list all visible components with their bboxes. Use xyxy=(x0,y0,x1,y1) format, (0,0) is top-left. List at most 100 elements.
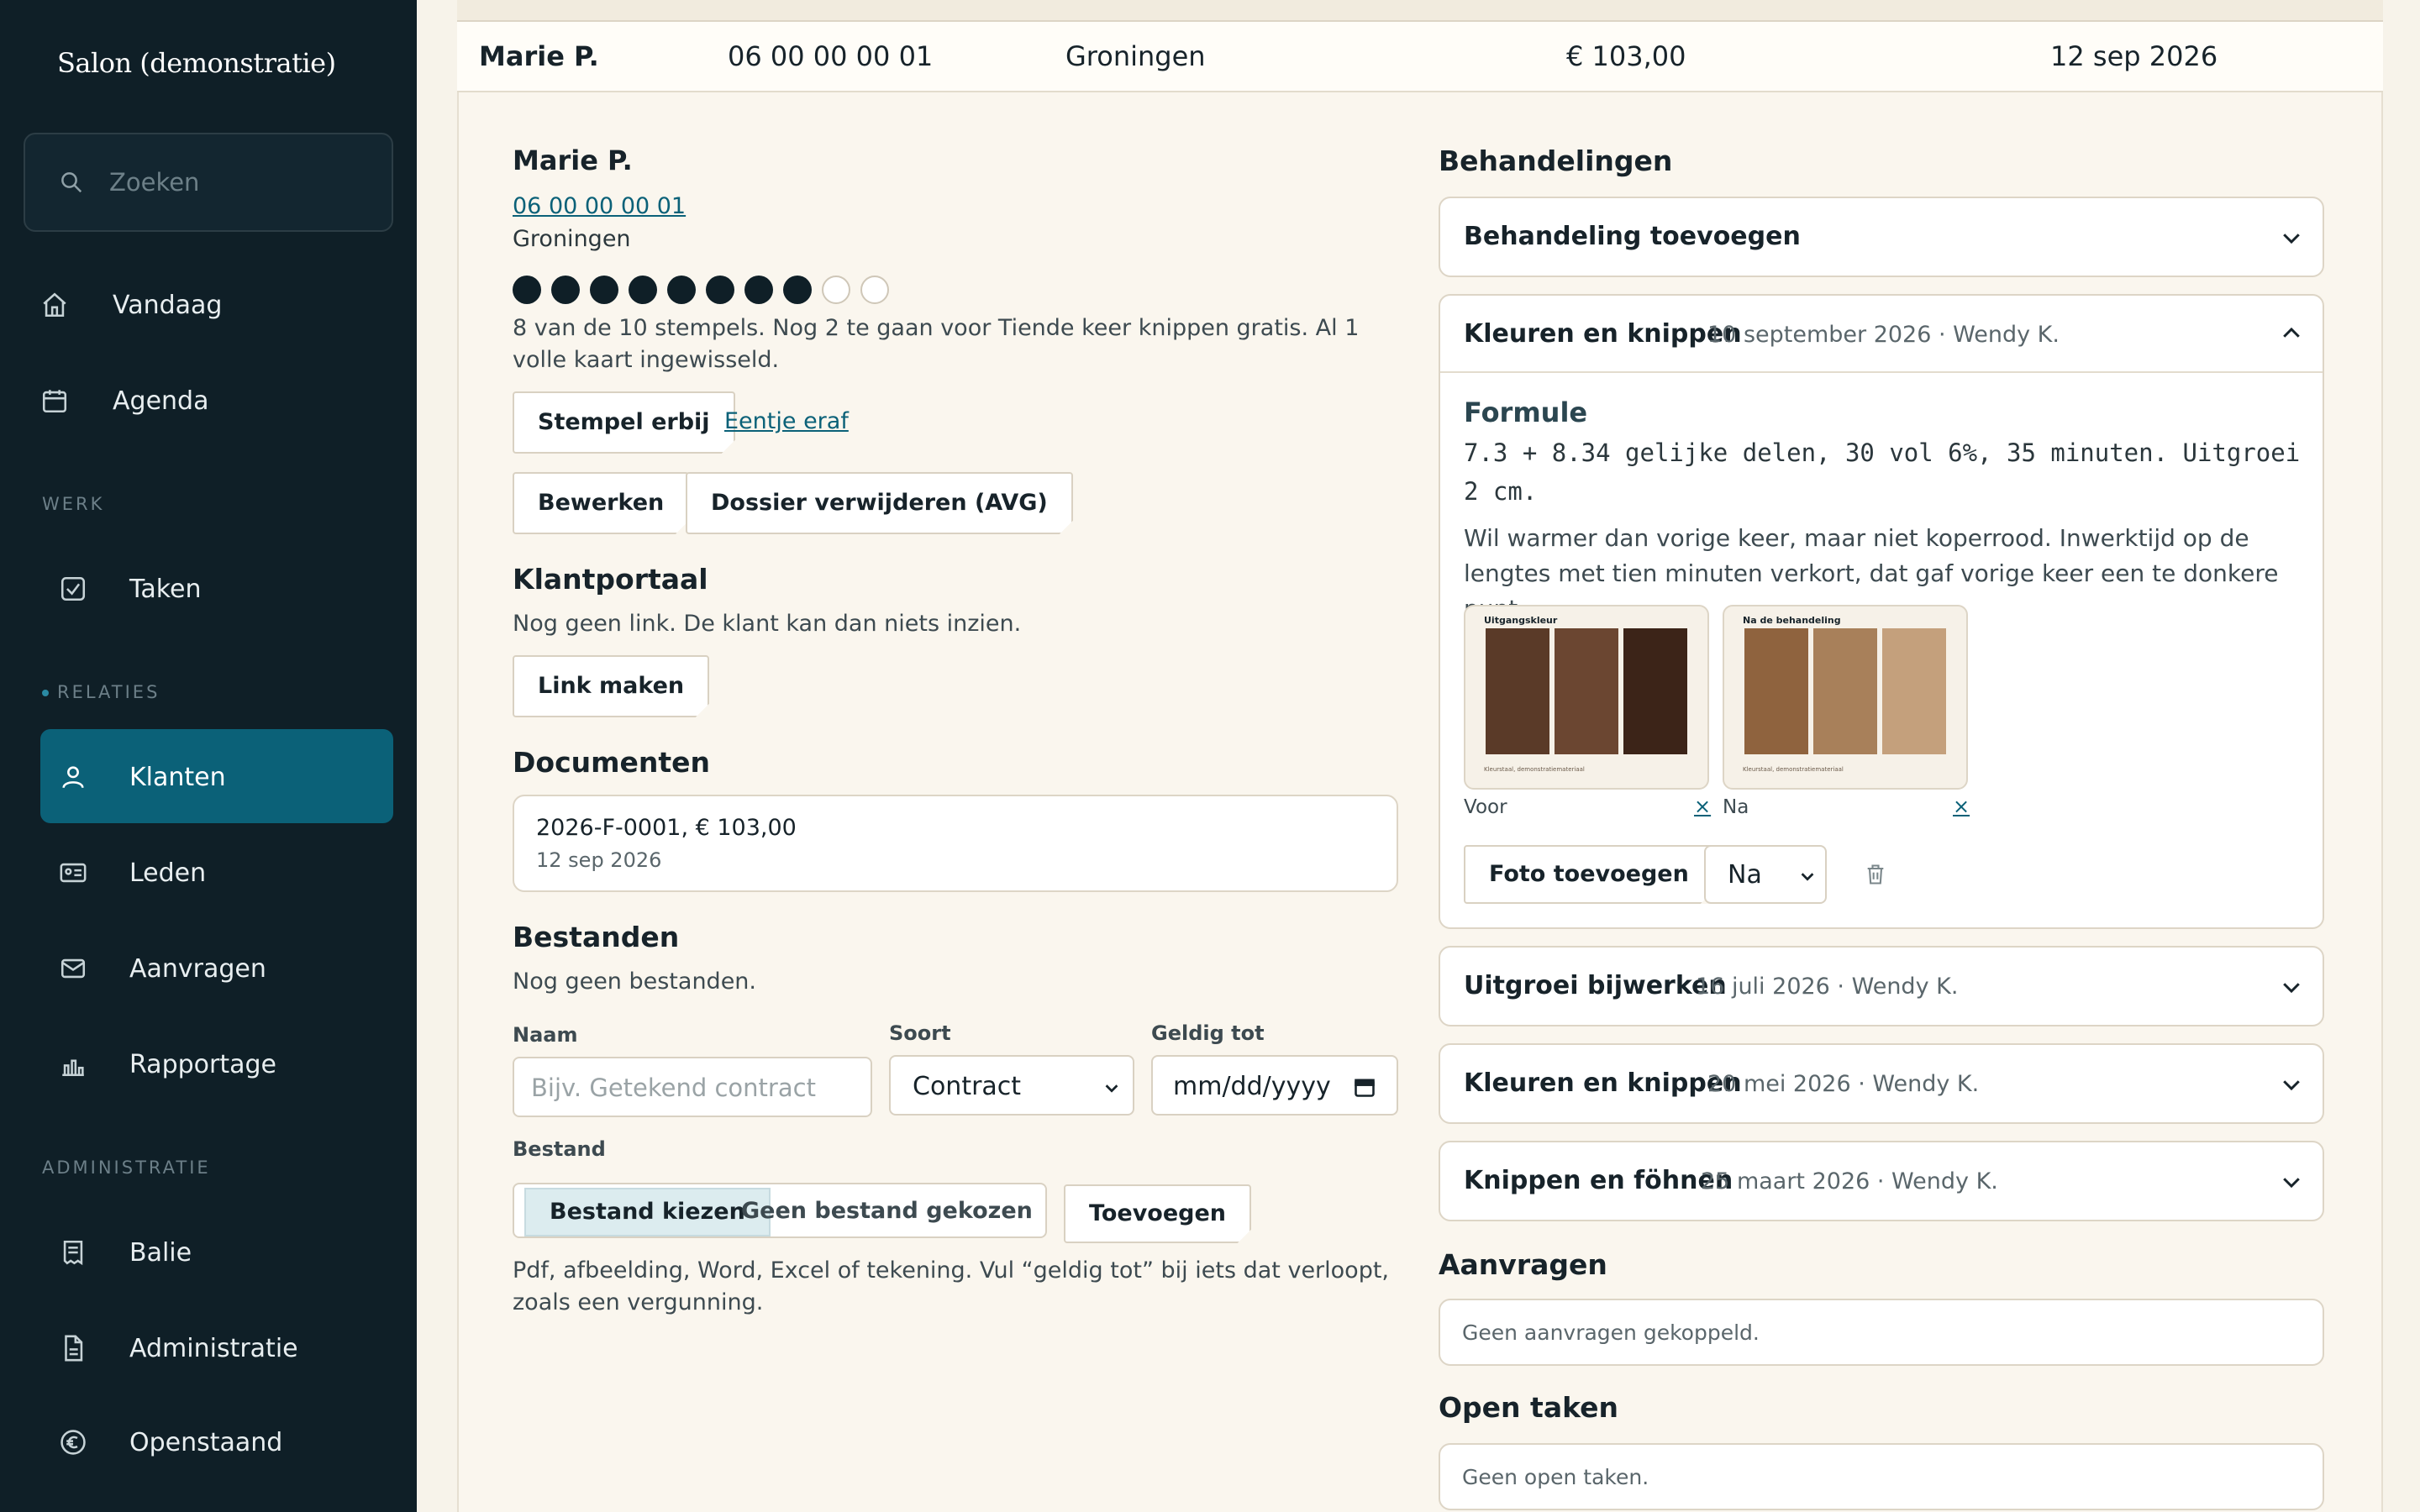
client-name: Marie P. xyxy=(513,144,633,176)
id-card-icon xyxy=(60,863,87,883)
stamp-empty xyxy=(860,276,889,304)
search-input[interactable]: Zoeken xyxy=(24,133,393,232)
stamp-card xyxy=(513,276,899,306)
nav-item-balie[interactable]: Balie xyxy=(40,1205,393,1299)
brand-name: Salon (demonstratie) xyxy=(57,47,336,79)
treatment-card[interactable]: Uitgroei bijwerken 16 juli 2026 · Wendy … xyxy=(1439,946,2324,1026)
treatment-meta: 20 mei 2026 · Wendy K. xyxy=(1707,1071,1980,1097)
treatment-meta: 25 maart 2026 · Wendy K. xyxy=(1701,1168,1998,1194)
stamp-filled xyxy=(706,276,734,304)
calendar-icon xyxy=(42,390,67,413)
choose-file-button[interactable]: Bestand kiezen xyxy=(524,1188,771,1236)
type-field-label: Soort xyxy=(889,1021,951,1045)
nav-label: Openstaand xyxy=(129,1428,283,1457)
nav-label: Balie xyxy=(129,1238,192,1268)
tasks-empty: Geen open taken. xyxy=(1462,1465,1649,1489)
summary-amount: € 103,00 xyxy=(1566,40,1686,72)
nav-label: Leden xyxy=(129,858,207,888)
trash-icon[interactable] xyxy=(1864,862,1887,887)
nav-item-rapportage[interactable]: Rapportage xyxy=(40,1016,393,1110)
nav-item-leden[interactable]: Leden xyxy=(40,825,393,919)
treatment-header[interactable]: Kleuren en knippen 10 september 2026 · W… xyxy=(1440,296,2323,373)
delete-dossier-button[interactable]: Dossier verwijderen (AVG) xyxy=(686,472,1073,534)
treatment-title: Kleuren en knippen xyxy=(1464,1068,1742,1098)
files-hint: Pdf, afbeelding, Word, Excel of tekening… xyxy=(513,1257,1390,1315)
tasks-title: Open taken xyxy=(1439,1391,1619,1424)
bar-chart-icon xyxy=(62,1059,84,1077)
document-item[interactable]: 2026-F-0001, € 103,00 12 sep 2026 xyxy=(513,795,1398,892)
treatment-card[interactable]: Kleuren en knippen 20 mei 2026 · Wendy K… xyxy=(1439,1043,2324,1124)
photo-footer: Kleurstaal, demonstratiemateriaal xyxy=(1743,766,1844,773)
valid-until-label: Geldig tot xyxy=(1151,1021,1265,1045)
nav-item-administratie[interactable]: Administratie xyxy=(40,1300,393,1394)
client-phone-link[interactable]: 06 00 00 00 01 xyxy=(513,193,686,219)
client-city: Groningen xyxy=(513,226,631,252)
stamp-filled xyxy=(513,276,541,304)
calendar-picker-icon[interactable] xyxy=(1353,1075,1376,1099)
photo-type-select[interactable]: Na xyxy=(1704,845,1827,904)
home-icon xyxy=(43,292,66,318)
file-name-placeholder: Bijv. Getekend contract xyxy=(531,1074,816,1102)
treatment-meta: 10 september 2026 · Wendy K. xyxy=(1707,322,2060,348)
mail-icon xyxy=(60,958,86,979)
nav-item-agenda[interactable]: Agenda xyxy=(40,353,393,447)
section-label-administratie: ADMINISTRATIE xyxy=(42,1158,211,1178)
document-date: 12 sep 2026 xyxy=(536,848,662,872)
document-title: 2026-F-0001, € 103,00 xyxy=(536,815,797,841)
add-treatment-label: Behandeling toevoegen xyxy=(1464,222,1801,251)
portal-title: Klantportaal xyxy=(513,563,708,596)
add-photo-button[interactable]: Foto toevoegen xyxy=(1464,845,1714,904)
table-header-strip xyxy=(457,0,2383,22)
document-icon xyxy=(65,1335,83,1362)
file-picker[interactable]: Bestand kiezen Geen bestand gekozen xyxy=(513,1183,1047,1238)
add-stamp-button[interactable]: Stempel erbij xyxy=(513,391,735,454)
chevron-down-icon xyxy=(1105,1084,1118,1093)
add-treatment-accordion[interactable]: Behandeling toevoegen xyxy=(1439,197,2324,277)
euro-icon xyxy=(60,1430,86,1455)
nav-item-openstaand[interactable]: Openstaand xyxy=(40,1394,393,1488)
files-empty-text: Nog geen bestanden. xyxy=(513,969,756,995)
remove-stamp-link[interactable]: Eentje eraf xyxy=(724,408,849,434)
nav-item-vandaag[interactable]: Vandaag xyxy=(40,257,393,351)
color-swatch xyxy=(1813,628,1877,754)
file-name-input[interactable]: Bijv. Getekend contract xyxy=(513,1057,872,1117)
edit-button[interactable]: Bewerken xyxy=(513,472,690,534)
treatment-title: Knippen en föhnen xyxy=(1464,1166,1733,1195)
nav-item-aanvragen[interactable]: Aanvragen xyxy=(40,921,393,1015)
add-file-button[interactable]: Toevoegen xyxy=(1064,1184,1252,1243)
file-type-select[interactable]: Contract xyxy=(889,1055,1134,1116)
remove-photo-button[interactable]: × xyxy=(1694,795,1711,818)
color-swatch xyxy=(1744,628,1808,754)
treatment-meta: 16 juli 2026 · Wendy K. xyxy=(1696,974,1959,1000)
chevron-down-icon xyxy=(2283,1080,2300,1091)
remove-photo-button[interactable]: × xyxy=(1953,795,1970,818)
section-label-relaties: RELATIES xyxy=(42,682,160,702)
search-icon xyxy=(61,172,82,193)
treatment-card[interactable]: Knippen en föhnen 25 maart 2026 · Wendy … xyxy=(1439,1141,2324,1221)
summary-city: Groningen xyxy=(1065,40,1206,72)
color-swatch xyxy=(1486,628,1549,754)
formula-label: Formule xyxy=(1464,396,1588,428)
nav-item-taken[interactable]: Taken xyxy=(40,541,393,635)
file-type-value: Contract xyxy=(913,1072,1022,1101)
requests-title: Aanvragen xyxy=(1439,1248,1607,1281)
stamp-status-text: 8 van de 10 stempels. Nog 2 te gaan voor… xyxy=(513,315,1360,373)
nav-label: Aanvragen xyxy=(129,954,266,984)
formula-line-1: 7.3 + 8.34 gelijke delen, 30 vol 6%, 35 … xyxy=(1464,438,2301,467)
active-section-dot xyxy=(42,690,49,696)
photo-before[interactable]: Uitgangskleur Kleurstaal, demonstratiema… xyxy=(1464,605,1709,790)
stamp-filled xyxy=(551,276,580,304)
nav-item-klanten[interactable]: Klanten xyxy=(40,729,393,823)
client-summary-row[interactable]: Marie P. 06 00 00 00 01 Groningen € 103,… xyxy=(457,22,2383,92)
sidebar: Salon (demonstratie) Zoeken Vandaag Agen… xyxy=(0,0,417,1512)
date-placeholder: mm/dd/yyyy xyxy=(1173,1072,1331,1101)
treatment-title: Uitgroei bijwerken xyxy=(1464,971,1727,1000)
stamp-filled xyxy=(590,276,618,304)
photo-after[interactable]: Na de behandeling Kleurstaal, demonstrat… xyxy=(1723,605,1968,790)
valid-until-date-input[interactable]: mm/dd/yyyy xyxy=(1151,1055,1398,1116)
nav-label: Vandaag xyxy=(113,291,223,320)
no-file-text: Geen bestand gekozen xyxy=(741,1198,1033,1224)
create-link-button[interactable]: Link maken xyxy=(513,655,710,717)
person-icon xyxy=(62,766,84,789)
nav-label: Administratie xyxy=(129,1334,298,1363)
